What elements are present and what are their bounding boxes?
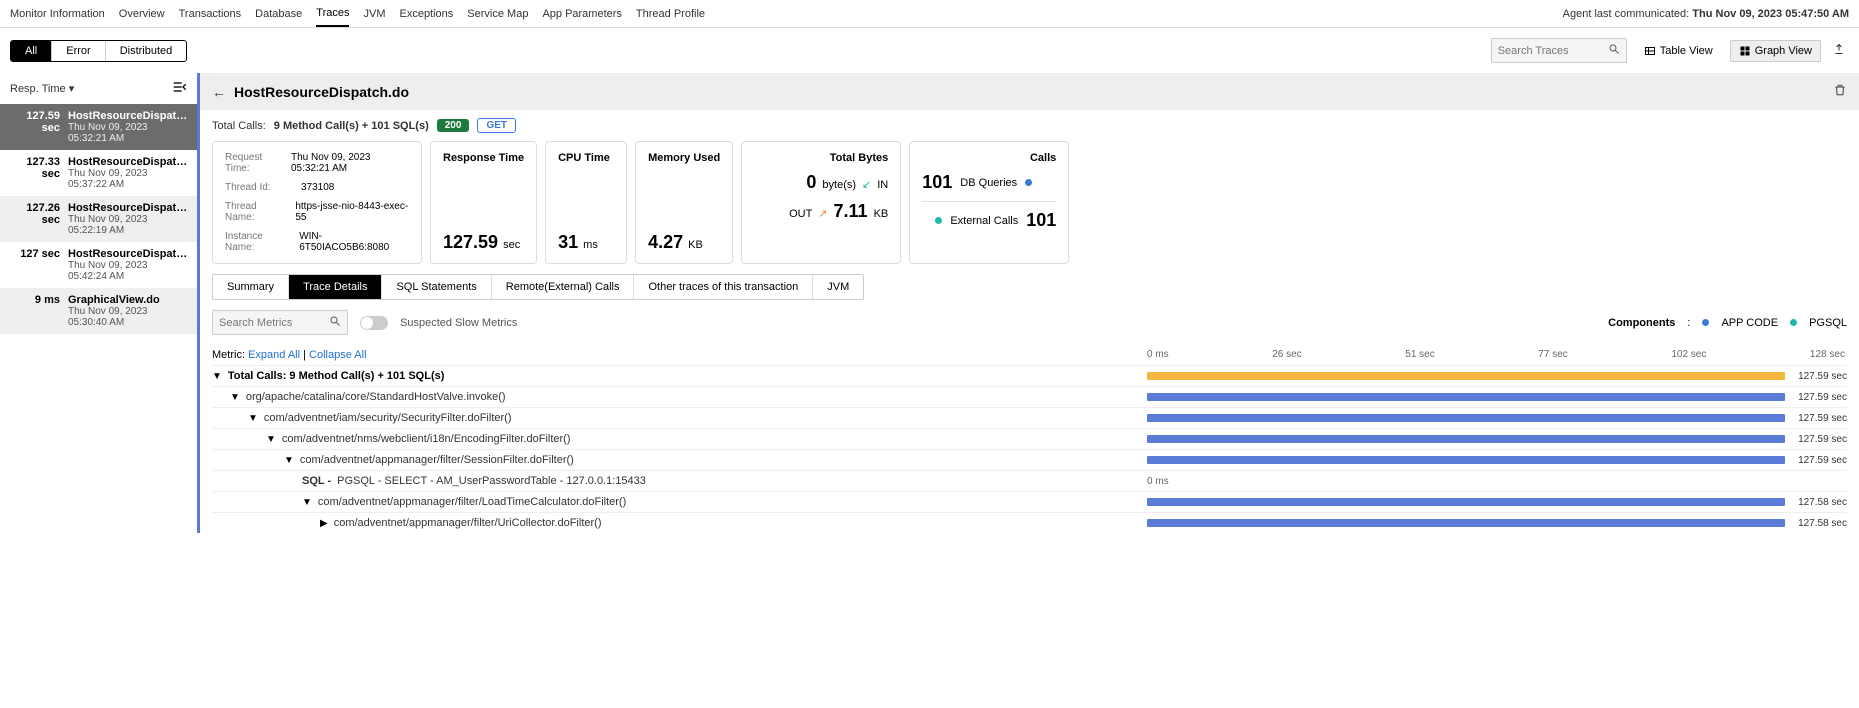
total-calls-value: 9 Method Call(s) + 101 SQL(s)	[274, 120, 429, 132]
response-time-card: Response Time 127.59 sec	[430, 141, 537, 264]
trace-list-item[interactable]: 127 secHostResourceDispatch.doThu Nov 09…	[0, 242, 197, 288]
suspected-slow-label: Suspected Slow Metrics	[400, 317, 517, 329]
trace-tree-row[interactable]: ▼com/adventnet/appmanager/filter/Session…	[212, 449, 1847, 470]
trace-tree-row[interactable]: ▶com/adventnet/appmanager/filter/UriColl…	[212, 512, 1847, 533]
nav-traces[interactable]: Traces	[316, 1, 349, 27]
trace-list-item[interactable]: 9 msGraphicalView.doThu Nov 09, 2023 05:…	[0, 288, 197, 334]
filter-all[interactable]: All	[11, 41, 51, 61]
tab-remote-calls[interactable]: Remote(External) Calls	[491, 275, 634, 299]
delete-icon[interactable]	[1833, 83, 1847, 100]
method-badge: GET	[477, 118, 516, 133]
components-legend: Components: APP CODE PGSQL	[1608, 317, 1847, 329]
trace-tree-row[interactable]: ▼Total Calls: 9 Method Call(s) + 101 SQL…	[212, 365, 1847, 386]
cpu-time-card: CPU Time 31 ms	[545, 141, 627, 264]
tab-summary[interactable]: Summary	[213, 275, 288, 299]
detail-tabs: Summary Trace Details SQL Statements Rem…	[212, 274, 864, 300]
nav-transactions[interactable]: Transactions	[179, 2, 242, 26]
back-button[interactable]: ←	[212, 84, 226, 100]
agent-status: Agent last communicated: Thu Nov 09, 202…	[1563, 8, 1849, 20]
search-icon[interactable]	[323, 311, 347, 334]
tab-jvm-detail[interactable]: JVM	[812, 275, 863, 299]
search-icon[interactable]	[1602, 39, 1626, 62]
table-view-button[interactable]: Table View	[1635, 40, 1722, 62]
graph-view-button[interactable]: Graph View	[1730, 40, 1821, 62]
chevron-down-icon[interactable]: ▼	[212, 371, 222, 382]
expand-all-link[interactable]: Expand All	[248, 349, 300, 361]
chevron-down-icon[interactable]: ▼	[284, 455, 294, 466]
tab-trace-details[interactable]: Trace Details	[288, 275, 381, 299]
search-traces[interactable]	[1491, 38, 1627, 63]
trace-tree-row[interactable]: ▼com/adventnet/nms/webclient/i18n/Encodi…	[212, 428, 1847, 449]
search-metrics[interactable]	[212, 310, 348, 335]
nav-overview[interactable]: Overview	[119, 2, 165, 26]
chevron-down-icon[interactable]: ▶	[320, 518, 328, 529]
trace-tree-row[interactable]: ▼org/apache/catalina/core/StandardHostVa…	[212, 386, 1847, 407]
trace-tree-row[interactable]: SQL - PGSQL - SELECT - AM_UserPasswordTa…	[212, 470, 1847, 491]
trace-list-item[interactable]: 127.26 secHostResourceDispatch.doThu Nov…	[0, 196, 197, 242]
nav-tabs: Monitor Information Overview Transaction…	[10, 1, 705, 27]
filter-distributed[interactable]: Distributed	[105, 41, 187, 61]
nav-thread-profile[interactable]: Thread Profile	[636, 2, 705, 26]
chevron-down-icon[interactable]: ▼	[248, 413, 258, 424]
memory-used-card: Memory Used 4.27 KB	[635, 141, 733, 264]
sort-dropdown[interactable]: Resp. Time ▾	[10, 82, 74, 95]
toolbar: All Error Distributed Table View Graph V…	[0, 28, 1859, 73]
trace-tree-row[interactable]: ▼com/adventnet/iam/security/SecurityFilt…	[212, 407, 1847, 428]
nav-app-parameters[interactable]: App Parameters	[542, 2, 621, 26]
nav-database[interactable]: Database	[255, 2, 302, 26]
search-traces-input[interactable]	[1492, 41, 1602, 61]
trace-sidebar: Resp. Time ▾ 127.59 secHostResourceDispa…	[0, 73, 200, 533]
total-calls-label: Total Calls:	[212, 120, 266, 132]
chevron-down-icon[interactable]: ▼	[302, 497, 312, 508]
trace-tree-row[interactable]: ▼com/adventnet/appmanager/filter/LoadTim…	[212, 491, 1847, 512]
nav-monitor-info[interactable]: Monitor Information	[10, 2, 105, 26]
trace-list-item[interactable]: 127.59 secHostResourceDispatch.doThu Nov…	[0, 104, 197, 150]
chevron-down-icon[interactable]: ▼	[230, 392, 240, 403]
trace-detail-pane: ← HostResourceDispatch.do Total Calls: 9…	[200, 73, 1859, 533]
nav-exceptions[interactable]: Exceptions	[399, 2, 453, 26]
filter-error[interactable]: Error	[51, 41, 104, 61]
tab-sql-statements[interactable]: SQL Statements	[381, 275, 490, 299]
collapse-all-link[interactable]: Collapse All	[309, 349, 366, 361]
chevron-down-icon[interactable]: ▼	[266, 434, 276, 445]
request-details-card: Request Time:Thu Nov 09, 2023 05:32:21 A…	[212, 141, 422, 264]
collapse-sidebar-icon[interactable]	[171, 79, 187, 98]
nav-service-map[interactable]: Service Map	[467, 2, 528, 26]
trace-list-item[interactable]: 127.33 secHostResourceDispatch.doThu Nov…	[0, 150, 197, 196]
tab-other-traces[interactable]: Other traces of this transaction	[633, 275, 812, 299]
calls-card: Calls 101 DB Queries External Calls 101	[909, 141, 1069, 264]
top-nav: Monitor Information Overview Transaction…	[0, 0, 1859, 28]
filter-pills: All Error Distributed	[10, 40, 187, 62]
nav-jvm[interactable]: JVM	[363, 2, 385, 26]
status-badge: 200	[437, 119, 470, 132]
trace-title: HostResourceDispatch.do	[234, 84, 409, 100]
suspected-slow-toggle[interactable]	[360, 316, 388, 330]
pane-header: ← HostResourceDispatch.do	[200, 73, 1859, 110]
export-icon[interactable]	[1829, 39, 1849, 62]
total-bytes-card: Total Bytes 0 byte(s) ↙ IN OUT ↗ 7.11 KB	[741, 141, 901, 264]
search-metrics-input[interactable]	[213, 313, 323, 333]
